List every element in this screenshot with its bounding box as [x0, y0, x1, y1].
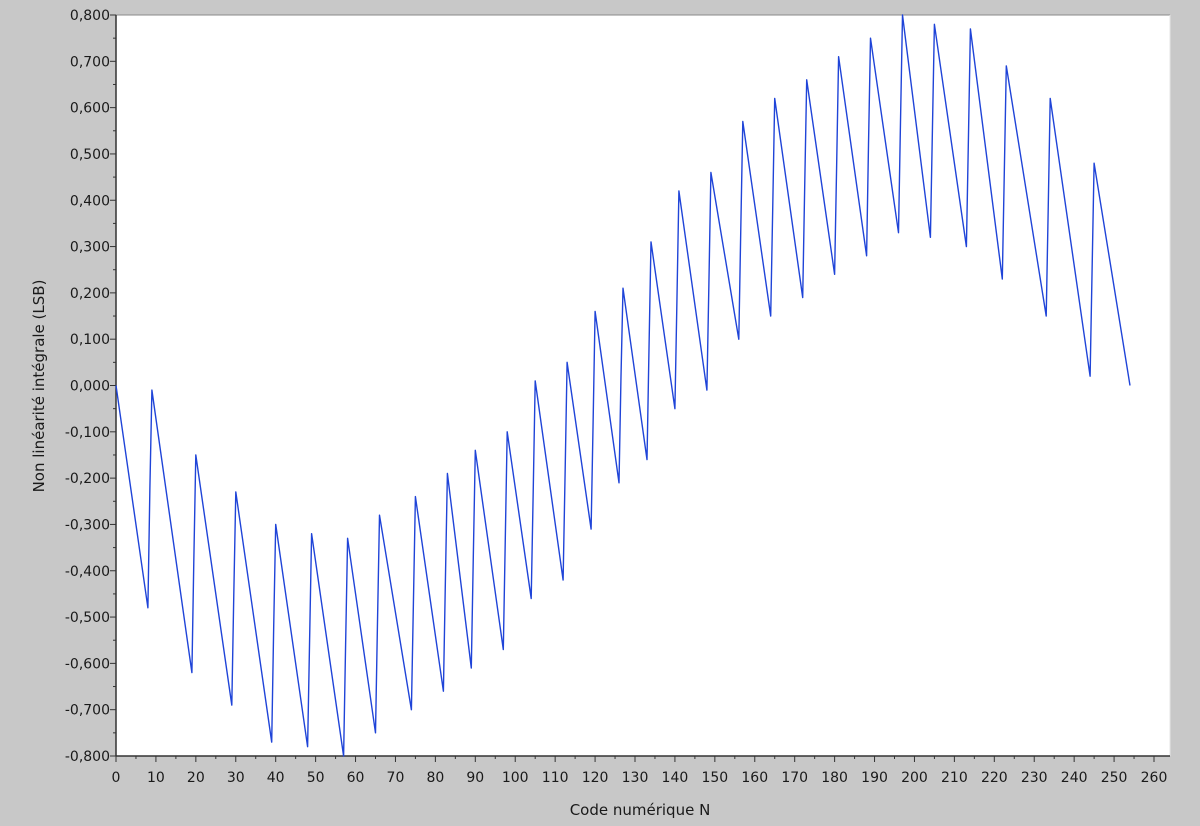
y-tick-label: -0,100	[65, 425, 110, 441]
x-tick-label: 190	[861, 770, 888, 786]
x-tick-label: 80	[426, 770, 444, 786]
y-tick-label: -0,800	[65, 749, 110, 765]
y-axis-label: Non linéarité intégrale (LSB)	[30, 280, 48, 493]
y-tick-label: 0,400	[70, 193, 110, 209]
x-tick-label: 70	[387, 770, 405, 786]
x-tick-label: 250	[1101, 770, 1128, 786]
y-axis-ticks: 0,800 0,700 0,600 0,500 0,400 0,300 0,200 0,100…	[65, 8, 116, 765]
plot-area	[116, 15, 1170, 756]
y-tick-label: 0,000	[70, 379, 110, 395]
y-tick-label: -0,500	[65, 610, 110, 626]
x-tick-label: 30	[227, 770, 245, 786]
y-tick-label: 0,100	[70, 332, 110, 348]
x-axis-ticks: 0 10 20 30 40 50 60 70 80 90 100 110 120 130 140 150 160…	[112, 756, 1168, 786]
x-tick-label: 260	[1141, 770, 1168, 786]
chart-window: 0,800 0,700 0,600 0,500 0,400 0,300 0,200 0,100…	[0, 0, 1200, 826]
y-tick-label: 0,800	[70, 8, 110, 24]
x-tick-label: 60	[347, 770, 365, 786]
x-tick-label: 130	[622, 770, 649, 786]
y-tick-label: 0,200	[70, 286, 110, 302]
x-tick-label: 110	[542, 770, 569, 786]
y-tick-label: 0,300	[70, 240, 110, 256]
x-tick-label: 40	[267, 770, 285, 786]
x-tick-label: 50	[307, 770, 325, 786]
x-tick-label: 150	[701, 770, 728, 786]
y-tick-label: 0,600	[70, 101, 110, 117]
x-tick-label: 230	[1021, 770, 1048, 786]
x-tick-label: 0	[112, 770, 121, 786]
y-tick-label: -0,700	[65, 703, 110, 719]
y-tick-label: -0,200	[65, 471, 110, 487]
x-tick-label: 200	[901, 770, 928, 786]
x-tick-label: 180	[821, 770, 848, 786]
x-tick-label: 220	[981, 770, 1008, 786]
x-tick-label: 100	[502, 770, 529, 786]
y-tick-label: -0,400	[65, 564, 110, 580]
x-tick-label: 90	[466, 770, 484, 786]
y-tick-label: 0,700	[70, 54, 110, 70]
y-tick-label: 0,500	[70, 147, 110, 163]
x-axis-label: Code numérique N	[570, 801, 711, 819]
x-tick-label: 210	[941, 770, 968, 786]
x-tick-label: 160	[741, 770, 768, 786]
x-tick-label: 120	[582, 770, 609, 786]
y-tick-label: -0,600	[65, 656, 110, 672]
x-tick-label: 10	[147, 770, 165, 786]
y-tick-label: -0,300	[65, 517, 110, 533]
x-tick-label: 240	[1061, 770, 1088, 786]
x-tick-label: 20	[187, 770, 205, 786]
integral-nonlinearity-chart: 0,800 0,700 0,600 0,500 0,400 0,300 0,200 0,100…	[30, 8, 1171, 819]
x-tick-label: 170	[781, 770, 808, 786]
x-tick-label: 140	[662, 770, 689, 786]
